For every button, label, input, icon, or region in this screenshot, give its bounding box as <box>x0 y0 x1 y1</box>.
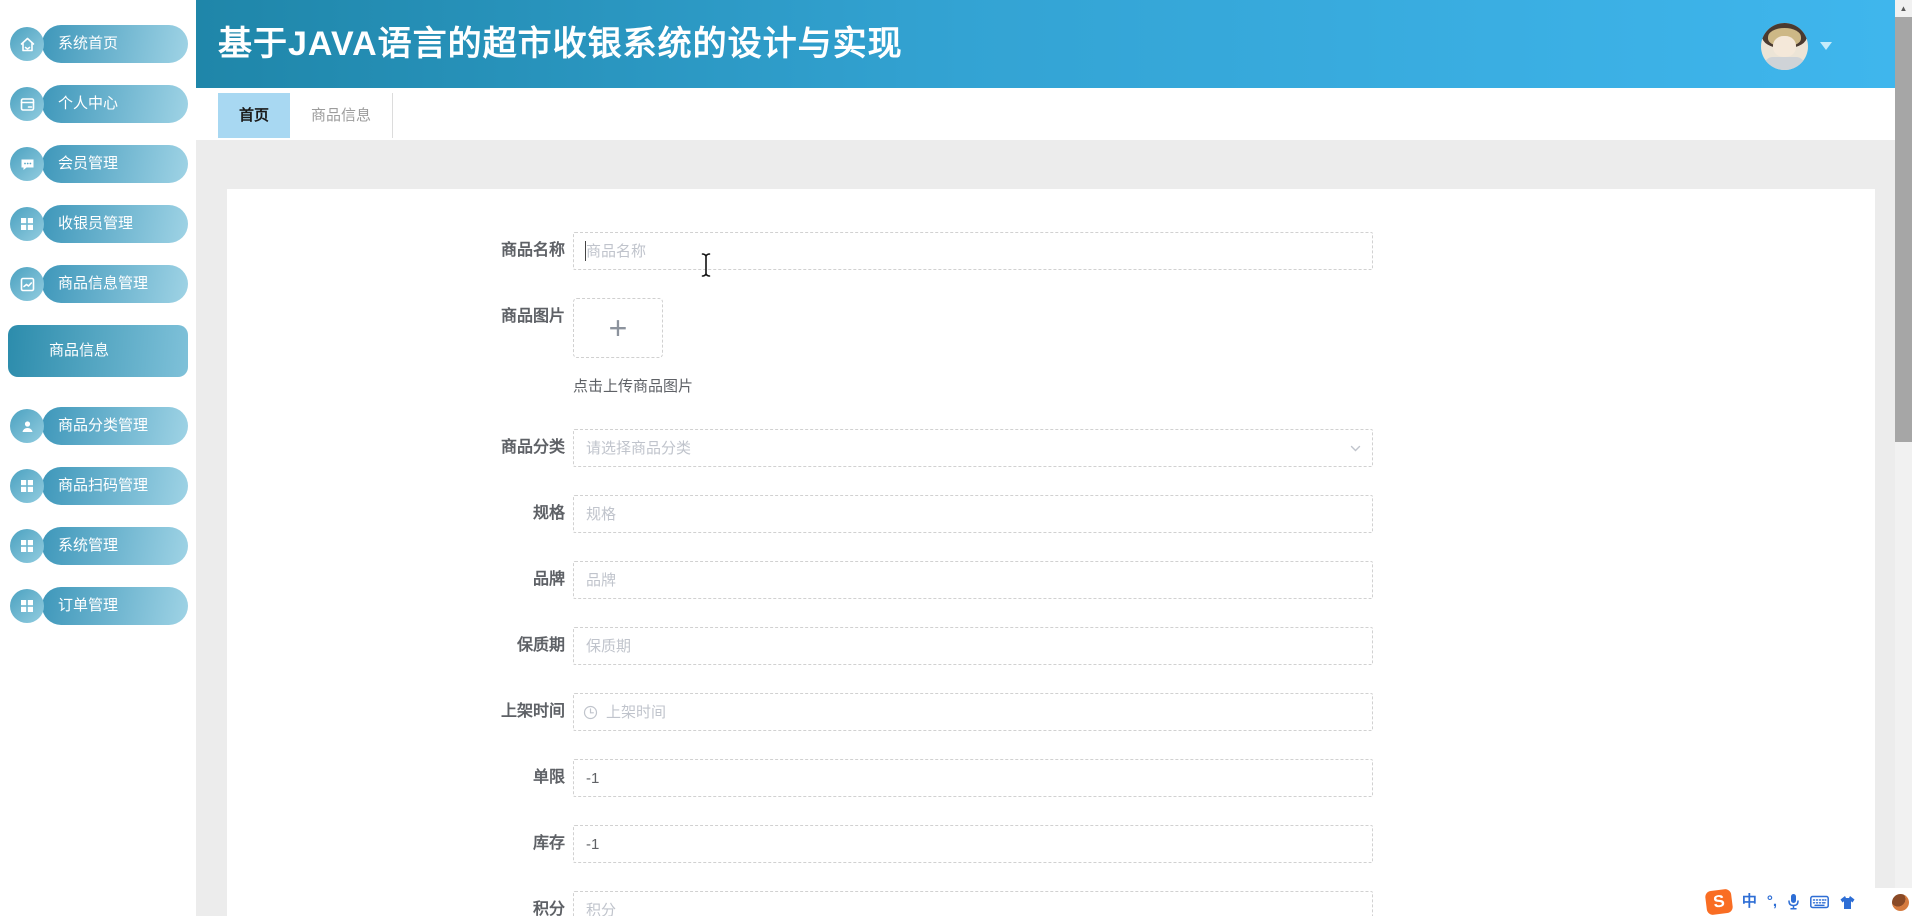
scrollbar-thumb[interactable] <box>1895 17 1912 442</box>
shirt-icon[interactable] <box>1839 895 1856 910</box>
per-limit-input[interactable] <box>573 759 1373 797</box>
grid-icon <box>10 589 44 623</box>
tab-product-info[interactable]: 商品信息 <box>290 93 394 138</box>
field-label: 单限 <box>532 769 565 786</box>
input-method-toolbar: S 中 °, <box>1697 888 1912 916</box>
field-label: 积分 <box>532 901 565 916</box>
sidebar-item-home[interactable]: 系统首页 <box>0 25 196 63</box>
profile-card-icon <box>10 87 44 121</box>
sidebar: 系统首页 个人中心 会员管理 收银员管理 商品信息管理 商品信息 商品分类管理 … <box>0 0 196 916</box>
sidebar-item-cashiers[interactable]: 收银员管理 <box>0 205 196 243</box>
sidebar-item-members[interactable]: 会员管理 <box>0 145 196 183</box>
upload-caption: 点击上传商品图片 <box>573 378 694 395</box>
form-row-points: 积分 <box>227 891 1875 916</box>
form-row-per-limit: 单限 <box>227 759 1875 797</box>
form-row-image: 商品图片 + 点击上传商品图片 <box>227 298 1875 396</box>
content-area: 商品名称 商品图片 + 点击上传商品图片 商品分类 规格 品牌 <box>196 140 1895 916</box>
form-row-shelf-life: 保质期 <box>227 627 1875 665</box>
field-label: 规格 <box>532 505 565 522</box>
name-input[interactable] <box>573 232 1373 270</box>
text-caret <box>585 241 586 261</box>
field-label: 上架时间 <box>500 703 565 720</box>
form-row-brand: 品牌 <box>227 561 1875 599</box>
tab-home[interactable]: 首页 <box>218 93 291 138</box>
chinese-mode-icon[interactable]: 中 <box>1742 888 1757 916</box>
category-select[interactable] <box>573 429 1373 467</box>
scroll-up-icon[interactable]: ▲ <box>1895 0 1912 17</box>
sidebar-item-product-info[interactable]: 商品信息管理 <box>0 265 196 303</box>
brand-input[interactable] <box>573 561 1373 599</box>
toolbox-icon[interactable] <box>1866 894 1882 910</box>
user-icon <box>10 409 44 443</box>
form-row-launch-time: 上架时间 <box>227 693 1875 731</box>
sidebar-item-product-category[interactable]: 商品分类管理 <box>0 407 196 445</box>
product-form: 商品名称 商品图片 + 点击上传商品图片 商品分类 规格 品牌 <box>227 232 1875 916</box>
stock-input[interactable] <box>573 825 1373 863</box>
sidebar-subitem-product-info-list[interactable]: 商品信息 <box>8 325 188 377</box>
chart-icon <box>10 267 44 301</box>
sidebar-item-product-scan[interactable]: 商品扫码管理 <box>0 467 196 505</box>
sidebar-item-label[interactable]: 商品扫码管理 <box>42 467 188 505</box>
grid-icon <box>10 469 44 503</box>
mic-icon[interactable] <box>1787 893 1800 911</box>
vertical-scrollbar[interactable]: ▲ ▼ <box>1895 0 1912 916</box>
spec-input[interactable] <box>573 495 1373 533</box>
shelf-life-input[interactable] <box>573 627 1373 665</box>
points-input[interactable] <box>573 891 1373 916</box>
upload-image-button[interactable]: + <box>573 298 663 358</box>
sidebar-item-label[interactable]: 收银员管理 <box>42 205 188 243</box>
page-title: 基于JAVA语言的超市收银系统的设计与实现 <box>218 25 903 63</box>
sidebar-item-profile[interactable]: 个人中心 <box>0 85 196 123</box>
sogou-logo-icon[interactable]: S <box>1704 888 1734 916</box>
avatar[interactable] <box>1761 23 1808 70</box>
sidebar-item-label[interactable]: 订单管理 <box>42 587 188 625</box>
keyboard-icon[interactable] <box>1810 895 1829 909</box>
sidebar-item-label[interactable]: 会员管理 <box>42 145 188 183</box>
sidebar-item-label[interactable]: 个人中心 <box>42 85 188 123</box>
field-label: 库存 <box>532 835 565 852</box>
sidebar-item-label[interactable]: 系统首页 <box>42 25 188 63</box>
form-row-stock: 库存 <box>227 825 1875 863</box>
sidebar-item-label[interactable]: 商品分类管理 <box>42 407 188 445</box>
plus-icon: + <box>608 310 628 346</box>
field-label: 商品分类 <box>500 439 565 456</box>
grid-icon <box>10 529 44 563</box>
header: 基于JAVA语言的超市收银系统的设计与实现 <box>196 0 1895 88</box>
chevron-down-icon[interactable] <box>1820 42 1832 50</box>
sidebar-item-label[interactable]: 商品信息管理 <box>42 265 188 303</box>
field-label: 商品图片 <box>500 308 565 325</box>
field-label: 品牌 <box>532 571 565 588</box>
home-icon <box>10 27 44 61</box>
launch-time-input[interactable] <box>573 693 1373 731</box>
sidebar-item-orders[interactable]: 订单管理 <box>0 587 196 625</box>
emoji-icon[interactable] <box>1892 893 1909 911</box>
form-row-spec: 规格 <box>227 495 1875 533</box>
chat-icon <box>10 147 44 181</box>
punctuation-mode-icon[interactable]: °, <box>1767 888 1777 916</box>
form-row-name: 商品名称 <box>227 232 1875 270</box>
sidebar-item-system[interactable]: 系统管理 <box>0 527 196 565</box>
form-row-category: 商品分类 <box>227 429 1875 467</box>
sidebar-item-label[interactable]: 系统管理 <box>42 527 188 565</box>
tab-bar: 首页 商品信息 <box>196 88 1895 140</box>
grid-icon <box>10 207 44 241</box>
field-label: 保质期 <box>516 637 565 654</box>
product-form-card: 商品名称 商品图片 + 点击上传商品图片 商品分类 规格 品牌 <box>227 189 1875 916</box>
field-label: 商品名称 <box>500 242 565 259</box>
